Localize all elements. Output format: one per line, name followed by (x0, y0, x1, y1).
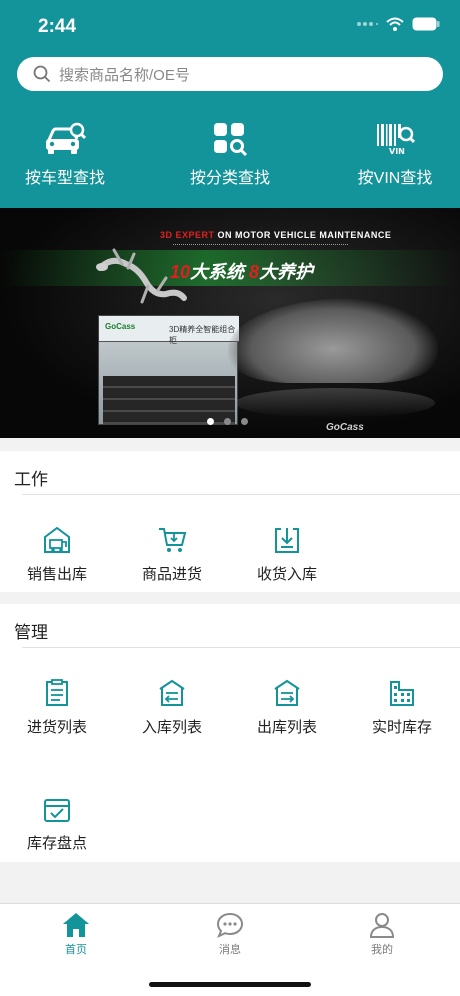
home-indicator[interactable] (149, 982, 311, 987)
car-image (228, 298, 438, 383)
tab-profile-label: 我的 (371, 944, 393, 956)
quick-car-label: 按车型查找 (24, 170, 105, 187)
manage-item-label: 出库列表 (256, 719, 317, 736)
manage-item-label: 入库列表 (141, 719, 202, 736)
sales-outbound-icon (44, 526, 70, 553)
purchase-list-icon (46, 679, 68, 706)
cabinet-brand: GoCass (105, 322, 136, 331)
realtime-stock-icon (390, 681, 414, 706)
vin-barcode-icon: VIN (377, 124, 415, 156)
work-section-title: 工作 (14, 470, 48, 489)
status-bar: 2:44 (0, 0, 460, 50)
search-icon (33, 65, 51, 83)
purchase-cart-icon (159, 528, 187, 552)
car-reflection (235, 388, 435, 418)
divider (22, 647, 460, 648)
status-indicators (356, 17, 440, 31)
manage-item-realtime-stock[interactable]: 实时库存 (357, 678, 447, 737)
work-item-label: 收货入库 (256, 566, 317, 583)
tool-cabinet-image: GoCass 3D精养全智能组合柜 (98, 315, 239, 425)
work-item-purchase[interactable]: 商品进货 (127, 525, 217, 584)
banner-divider (173, 244, 348, 247)
tab-bar: 首页 消息 我的 (0, 903, 460, 996)
tab-profile[interactable]: 我的 (342, 912, 422, 957)
work-section: 工作 销售出库 商品进货 收货入库 (0, 451, 460, 592)
manage-item-inbound-list[interactable]: 入库列表 (127, 678, 217, 737)
manage-item-label: 库存盘点 (26, 835, 87, 852)
manage-item-outbound-list[interactable]: 出库列表 (242, 678, 332, 737)
car-search-icon (46, 122, 86, 154)
status-time: 2:44 (38, 16, 77, 37)
quick-vin-label: 按VIN查找 (357, 170, 433, 187)
profile-icon (369, 913, 395, 938)
manage-item-label: 实时库存 (371, 719, 432, 736)
category-icon (214, 123, 248, 156)
manage-item-label: 进货列表 (26, 719, 87, 736)
work-item-label: 商品进货 (141, 566, 202, 583)
manage-item-stock-check[interactable]: 库存盘点 (12, 794, 102, 853)
header: 2:44 搜索商品名称/OE号 按车型查找 按分类查找 VIN 按VIN查找 (0, 0, 460, 208)
manage-section: 管理 进货列表 入库列表 出库列表 实时库存 库存盘点 (0, 604, 460, 862)
banner-logo: GoCass (326, 422, 364, 433)
work-item-label: 销售出库 (26, 566, 87, 583)
signal-icon (357, 22, 378, 26)
quick-category-label: 按分类查找 (189, 170, 270, 187)
search-input[interactable]: 搜索商品名称/OE号 (59, 64, 190, 85)
tab-home-label: 首页 (65, 944, 87, 956)
quick-category-search[interactable]: 按分类查找 (160, 122, 300, 188)
svg-text:VIN: VIN (389, 147, 405, 156)
wifi-icon (386, 17, 404, 31)
banner-headline: 3D EXPERT ON MOTOR VEHICLE MAINTENANCE (160, 230, 392, 240)
manage-section-title: 管理 (14, 623, 48, 642)
message-icon (216, 912, 244, 938)
stock-check-icon (44, 799, 70, 822)
banner-dot[interactable] (207, 418, 214, 425)
tab-messages[interactable]: 消息 (190, 912, 270, 957)
tab-home[interactable]: 首页 (36, 912, 116, 957)
banner-dot[interactable] (241, 418, 248, 425)
tab-messages-label: 消息 (219, 944, 241, 956)
receive-download-icon (275, 528, 299, 553)
gecko-icon (96, 248, 187, 304)
work-item-receive[interactable]: 收货入库 (242, 525, 332, 584)
outbound-list-icon (274, 679, 300, 706)
promo-banner[interactable]: 3D EXPERT ON MOTOR VEHICLE MAINTENANCE 1… (0, 208, 460, 438)
battery-icon (412, 17, 440, 31)
inbound-list-icon (159, 679, 185, 706)
quick-vin-search[interactable]: VIN 按VIN查找 (325, 122, 460, 188)
banner-pagination[interactable] (207, 418, 248, 425)
search-bar[interactable]: 搜索商品名称/OE号 (17, 57, 443, 91)
manage-item-purchase-list[interactable]: 进货列表 (12, 678, 102, 737)
quick-car-search[interactable]: 按车型查找 (0, 122, 135, 188)
divider (22, 494, 460, 495)
banner-dot[interactable] (224, 418, 231, 425)
home-icon (63, 913, 89, 937)
work-item-sales-outbound[interactable]: 销售出库 (12, 525, 102, 584)
